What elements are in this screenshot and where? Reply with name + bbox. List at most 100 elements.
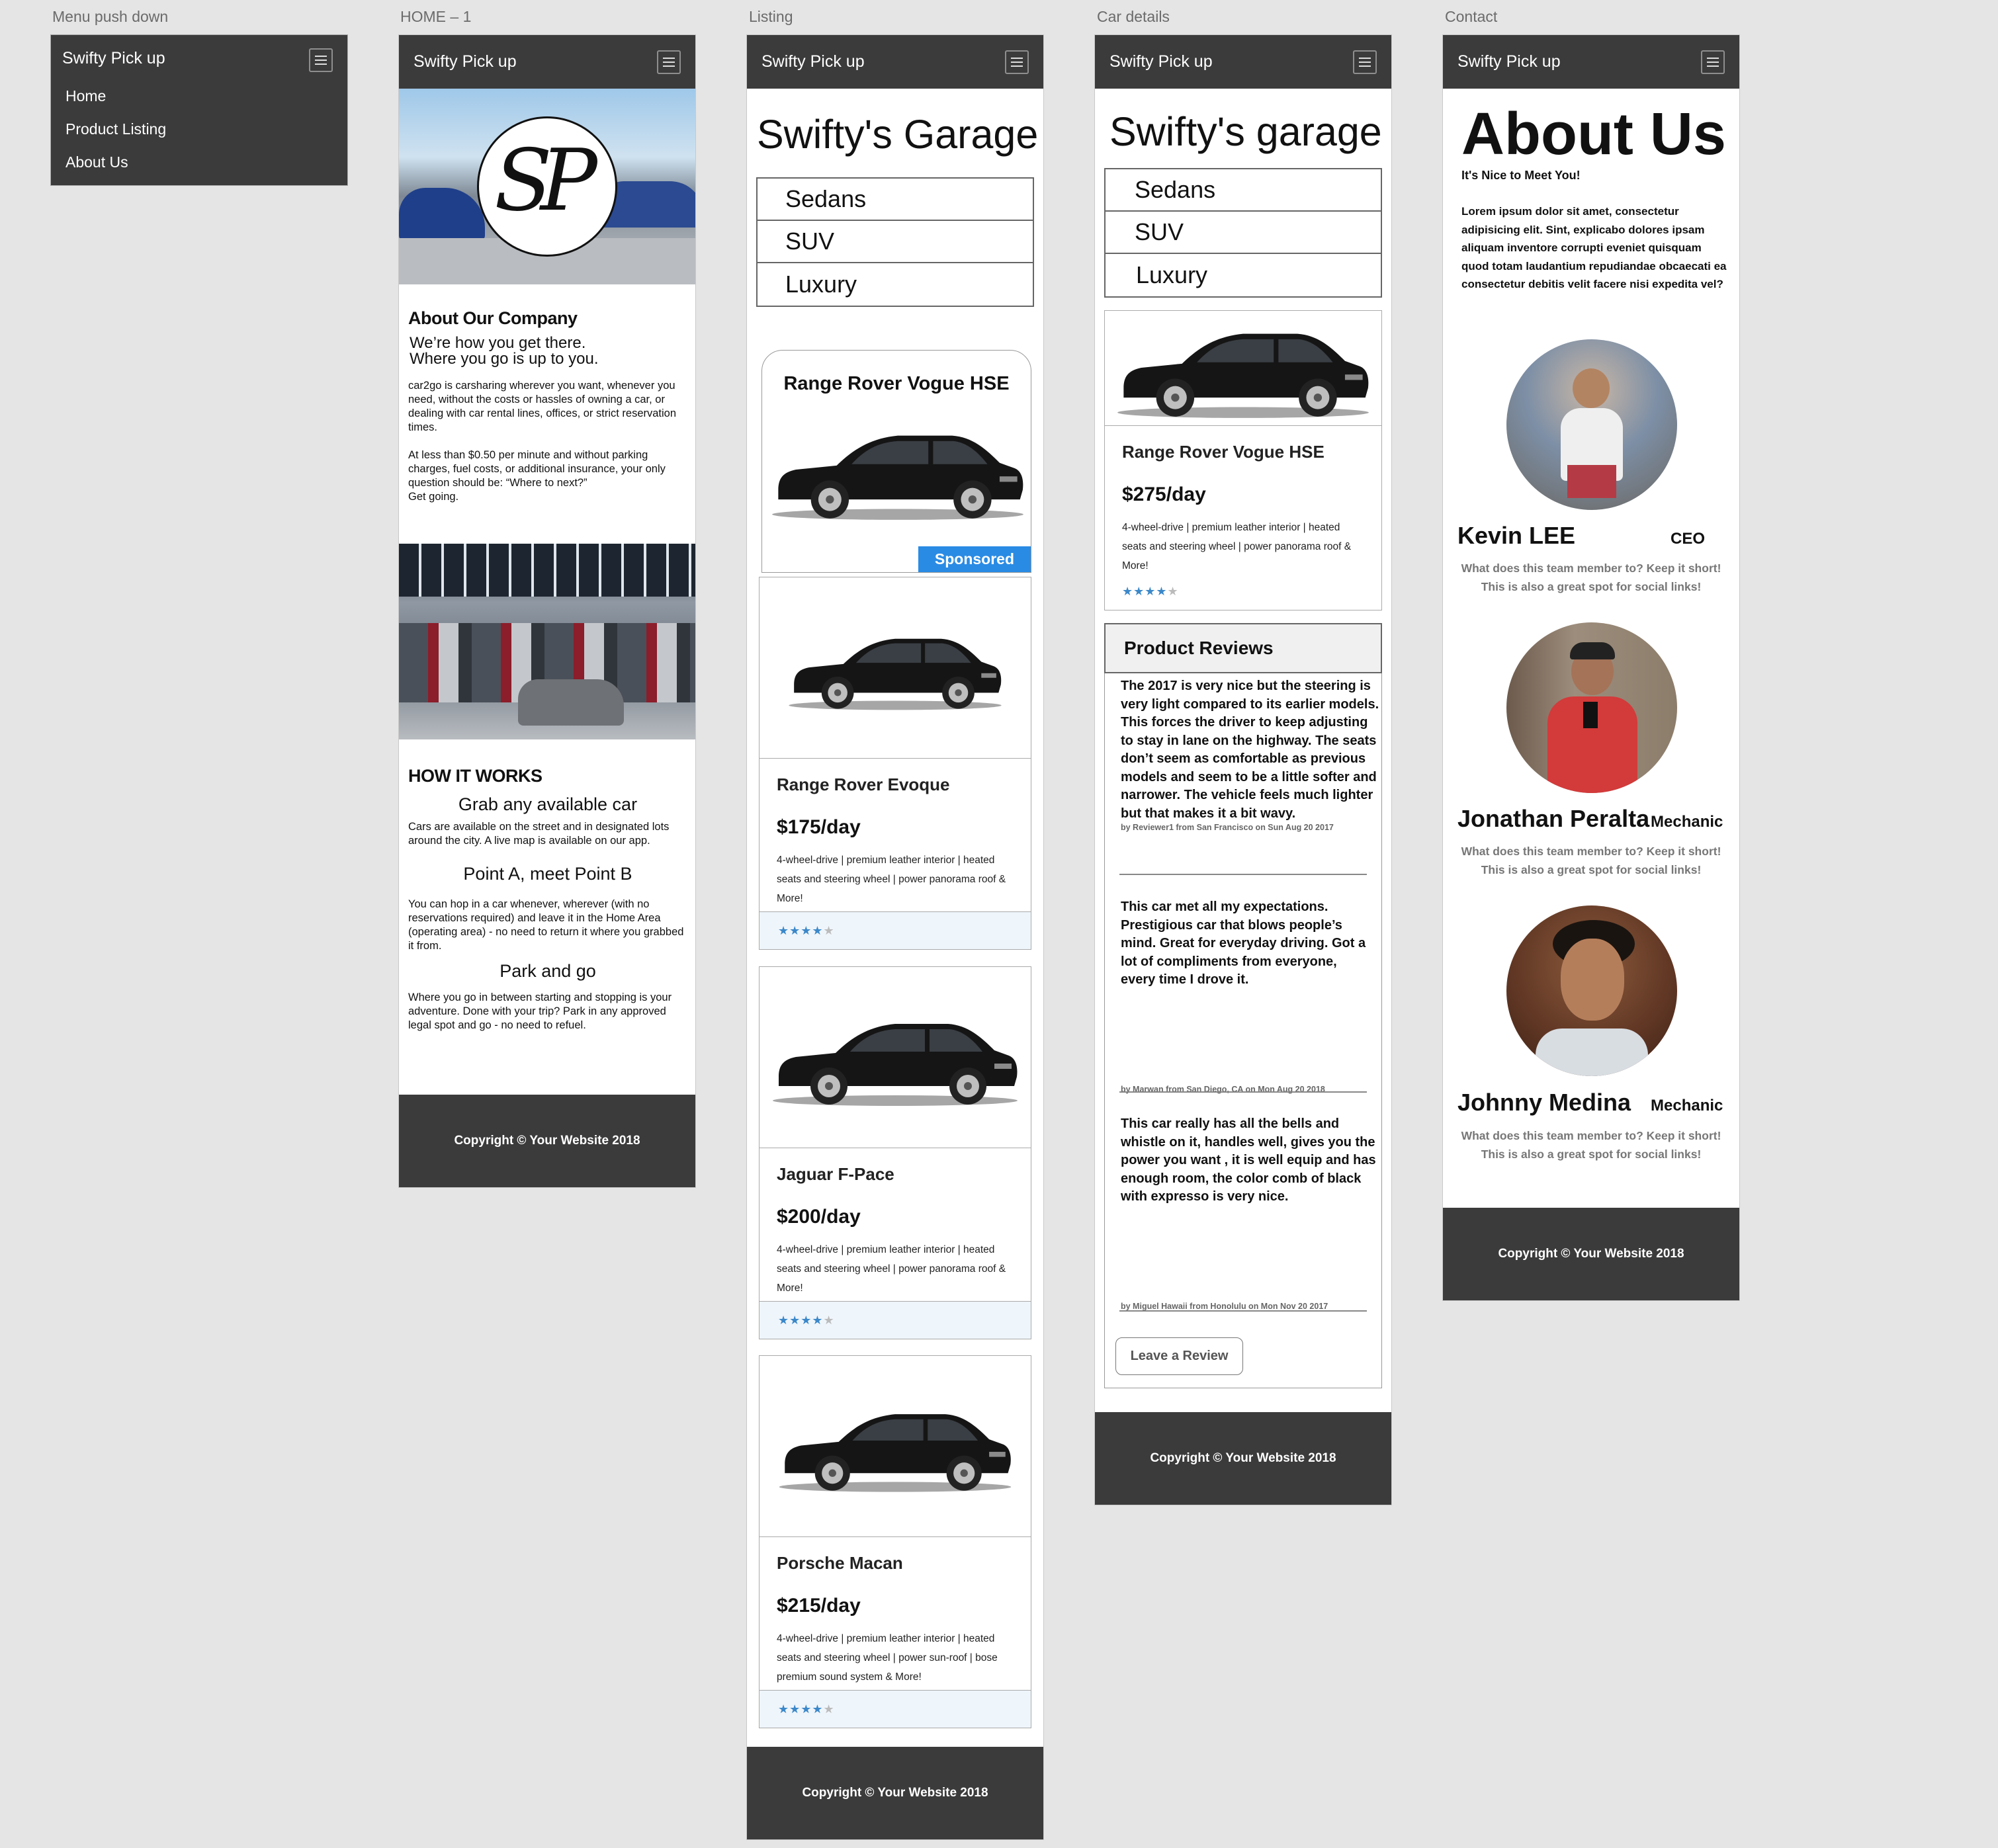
star-rating: ★★★★★ bbox=[760, 1301, 1031, 1339]
leave-review-button[interactable]: Leave a Review bbox=[1115, 1337, 1243, 1375]
reviews-title: Product Reviews bbox=[1104, 623, 1382, 673]
step-3-text: Where you go in between starting and sto… bbox=[408, 991, 672, 1031]
car-detail-card: Range Rover Vogue HSE $275/day 4-wheel-d… bbox=[1104, 310, 1382, 610]
logo-text: SP bbox=[494, 131, 597, 230]
car-card[interactable]: Jaguar F-Pace $200/day 4-wheel-drive | p… bbox=[759, 966, 1031, 1339]
category-luxury[interactable]: Luxury bbox=[758, 263, 1033, 306]
footer: Copyright © Your Website 2018 bbox=[1443, 1208, 1739, 1300]
navbar: Swifty Pick up bbox=[747, 35, 1043, 89]
artboard-label-contact: Contact bbox=[1445, 8, 1498, 25]
member-role: CEO bbox=[1671, 530, 1706, 548]
menu-item-about-us[interactable]: About Us bbox=[65, 146, 333, 179]
brand[interactable]: Swifty Pick up bbox=[1457, 52, 1561, 71]
category-luxury[interactable]: Luxury bbox=[1106, 254, 1381, 296]
car-image bbox=[760, 1356, 1031, 1537]
category-sedans[interactable]: Sedans bbox=[758, 179, 1033, 221]
category-sedans[interactable]: Sedans bbox=[1106, 169, 1381, 212]
avatar bbox=[1506, 339, 1677, 510]
star-rating: ★★★★★ bbox=[760, 1690, 1031, 1728]
car-features: 4-wheel-drive | premium leather interior… bbox=[777, 1633, 998, 1683]
hamburger-icon[interactable] bbox=[1701, 50, 1725, 74]
divider bbox=[1119, 874, 1367, 875]
page-title: About Us bbox=[1461, 101, 1726, 167]
home-board: Swifty Pick up SP About Our Company We’r… bbox=[398, 34, 696, 1188]
step-3-title: Park and go bbox=[500, 961, 596, 981]
car-features: 4-wheel-drive | premium leather interior… bbox=[777, 1244, 1006, 1294]
lead-2: Where you go is up to you. bbox=[410, 350, 599, 368]
about-text: Lorem ipsum dolor sit amet, consectetur … bbox=[1461, 205, 1727, 290]
review-author: by Miguel Hawaii from Honolulu on Mon No… bbox=[1121, 1302, 1328, 1311]
sponsored-card[interactable]: Range Rover Vogue HSE Sponsored bbox=[761, 350, 1031, 573]
artboard-label-menu: Menu push down bbox=[52, 8, 169, 25]
navbar: Swifty Pick up bbox=[1095, 35, 1391, 89]
step-1-text: Cars are available on the street and in … bbox=[408, 821, 670, 847]
hamburger-icon[interactable] bbox=[657, 50, 681, 74]
step-1-title: Grab any available car bbox=[458, 794, 638, 814]
menu-item-home[interactable]: Home bbox=[65, 80, 333, 113]
logo: SP bbox=[477, 116, 617, 257]
review-text: This car met all my expectations. Presti… bbox=[1121, 900, 1366, 987]
hero-image: SP bbox=[399, 89, 695, 284]
about-paragraph-2: At less than $0.50 per minute and withou… bbox=[408, 449, 666, 489]
brand[interactable]: Swifty Pick up bbox=[1109, 52, 1213, 71]
member-role: Mechanic bbox=[1651, 813, 1723, 831]
avatar bbox=[1506, 622, 1677, 793]
car-price: $200/day bbox=[777, 1206, 861, 1228]
member-name: Jonathan Peralta bbox=[1457, 805, 1650, 832]
brand[interactable]: Swifty Pick up bbox=[761, 52, 865, 71]
member-name: Kevin LEE bbox=[1457, 522, 1576, 549]
car-name[interactable]: Porsche Macan bbox=[777, 1553, 1014, 1574]
hamburger-icon[interactable] bbox=[1005, 50, 1029, 74]
footer: Copyright © Your Website 2018 bbox=[399, 1095, 695, 1187]
hamburger-icon[interactable] bbox=[1353, 50, 1377, 74]
menu-list: Home Product Listing About Us bbox=[51, 80, 347, 179]
footer: Copyright © Your Website 2018 bbox=[1095, 1412, 1391, 1505]
car-image bbox=[760, 967, 1031, 1148]
car-name: Range Rover Vogue HSE bbox=[1122, 442, 1325, 462]
member-note: What does this team member to? Keep it s… bbox=[1461, 562, 1721, 593]
category-list: Sedans SUV Luxury bbox=[1104, 168, 1382, 298]
step-2-text: You can hop in a car whenever, wherever … bbox=[408, 898, 684, 952]
hamburger-icon[interactable] bbox=[309, 48, 333, 72]
car-price: $175/day bbox=[777, 816, 861, 838]
garage-image bbox=[399, 544, 695, 739]
sponsored-badge: Sponsored bbox=[918, 546, 1031, 572]
avatar bbox=[1506, 905, 1677, 1076]
about-paragraph-1: car2go is carsharing wherever you want, … bbox=[408, 380, 677, 433]
category-suv[interactable]: SUV bbox=[1106, 212, 1381, 254]
navbar: Swifty Pick up bbox=[399, 35, 695, 89]
divider bbox=[1119, 1091, 1367, 1093]
car-features: 4-wheel-drive | premium leather interior… bbox=[1122, 522, 1352, 571]
category-list: Sedans SUV Luxury bbox=[756, 177, 1034, 307]
page-subtitle: It's Nice to Meet You! bbox=[1461, 169, 1581, 182]
step-2-title: Point A, meet Point B bbox=[463, 864, 632, 884]
page-title: Swifty's garage bbox=[1109, 109, 1382, 154]
about-title: About Our Company bbox=[408, 308, 578, 328]
member-note: What does this team member to? Keep it s… bbox=[1461, 845, 1721, 876]
car-name[interactable]: Jaguar F-Pace bbox=[777, 1164, 1014, 1185]
car-card[interactable]: Porsche Macan $215/day 4-wheel-drive | p… bbox=[759, 1355, 1031, 1728]
member-note: What does this team member to? Keep it s… bbox=[1461, 1129, 1721, 1161]
listing-board: Swifty Pick up Swifty's Garage Sedans SU… bbox=[746, 34, 1044, 1840]
review-text: This car really has all the bells and wh… bbox=[1121, 1116, 1376, 1204]
page-title: Swifty's Garage bbox=[757, 112, 1039, 157]
brand[interactable]: Swifty Pick up bbox=[413, 52, 517, 71]
car-image bbox=[760, 577, 1031, 759]
navbar: Swifty Pick up bbox=[1443, 35, 1739, 89]
menu-item-product-listing[interactable]: Product Listing bbox=[65, 113, 333, 146]
artboard-label-details: Car details bbox=[1097, 8, 1170, 25]
brand[interactable]: Swifty Pick up bbox=[62, 49, 165, 68]
divider bbox=[1119, 1310, 1367, 1312]
review-text: The 2017 is very nice but the steering i… bbox=[1121, 679, 1379, 821]
member-role: Mechanic bbox=[1651, 1097, 1723, 1114]
member-name: Johnny Medina bbox=[1457, 1089, 1631, 1116]
lead-1: We’re how you get there. bbox=[410, 334, 586, 352]
category-suv[interactable]: SUV bbox=[758, 221, 1033, 263]
artboard-label-listing: Listing bbox=[749, 8, 793, 25]
car-name[interactable]: Range Rover Evoque bbox=[777, 775, 1014, 795]
car-price: $275/day bbox=[1122, 483, 1206, 505]
reviews-panel: The 2017 is very nice but the steering i… bbox=[1104, 673, 1382, 1388]
menu-board: Swifty Pick up Home Product Listing Abou… bbox=[50, 34, 348, 186]
star-rating: ★★★★★ bbox=[760, 911, 1031, 949]
car-card[interactable]: Range Rover Evoque $175/day 4-wheel-driv… bbox=[759, 577, 1031, 950]
